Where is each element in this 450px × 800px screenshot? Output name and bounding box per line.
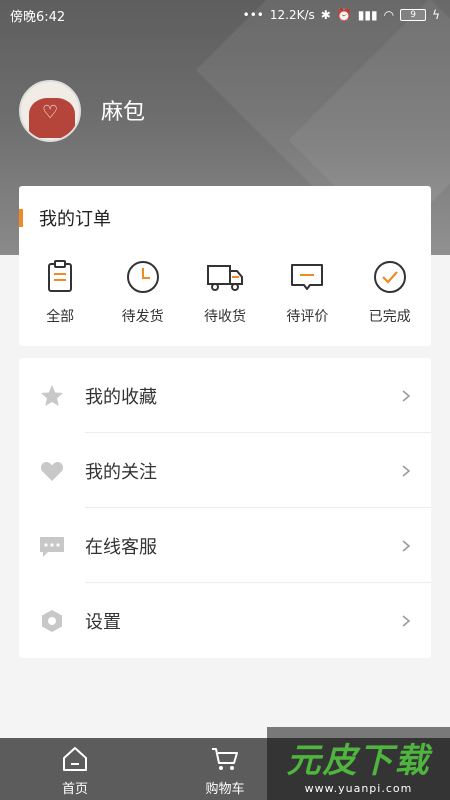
menu-item-label: 我的收藏 — [85, 386, 157, 408]
watermark-url: www.yuanpi.com — [304, 781, 413, 795]
menu-item-settings[interactable]: 设置 — [19, 583, 431, 658]
chat-icon — [40, 537, 64, 557]
order-to-review-button[interactable]: 待评价 — [266, 258, 348, 326]
order-to-ship-label: 待发货 — [121, 309, 164, 325]
net-speed: 12.2K/s — [269, 8, 315, 22]
order-to-ship-button[interactable]: 待发货 — [101, 258, 183, 326]
battery-level: 9 — [410, 10, 416, 20]
tab-label: 首页 — [61, 782, 88, 797]
tab-label: 购物车 — [205, 782, 245, 797]
comment-icon — [291, 264, 324, 290]
star-icon — [41, 385, 63, 406]
signal-icon: ▮▮▮ — [357, 8, 378, 22]
orders-accent-bar — [19, 209, 23, 227]
settings-menu: 我的收藏 我的关注 在线客服 设置 — [19, 358, 431, 658]
home-icon — [63, 747, 87, 771]
order-status-row: 全部 待发货 待收货 待评价 已完成 — [19, 258, 431, 326]
battery-icon: 9 — [400, 9, 427, 21]
bluetooth-icon: ✱ — [320, 8, 331, 22]
order-completed-label: 已完成 — [368, 309, 411, 325]
order-all-button[interactable]: 全部 — [19, 258, 101, 326]
status-bar: 傍晚6:42 ••• 12.2K/s ✱ ⏰ ▮▮▮ ◠ 9 ϟ — [0, 0, 450, 30]
avatar[interactable]: ♡ — [19, 80, 81, 142]
menu-item-customer-service[interactable]: 在线客服 — [19, 508, 431, 583]
check-circle-icon — [373, 261, 406, 293]
watermark-title: 元皮下载 — [286, 740, 431, 781]
cart-icon — [212, 748, 238, 770]
orders-header[interactable]: 我的订单 — [19, 204, 111, 232]
order-to-review-label: 待评价 — [286, 309, 329, 325]
hexagon-icon — [42, 610, 62, 632]
orders-title: 我的订单 — [39, 209, 111, 230]
order-completed-button[interactable]: 已完成 — [349, 258, 431, 326]
order-to-receive-button[interactable]: 待收货 — [184, 258, 266, 326]
dots-icon: ••• — [242, 8, 264, 22]
menu-item-following[interactable]: 我的关注 — [19, 433, 431, 508]
status-icons: ••• 12.2K/s ✱ ⏰ ▮▮▮ ◠ 9 ϟ — [243, 8, 440, 22]
chevron-right-icon — [402, 464, 411, 477]
clipboard-icon — [48, 260, 73, 292]
tab-home[interactable]: 首页 — [0, 738, 150, 800]
wifi-icon: ◠ — [383, 8, 395, 22]
truck-icon — [206, 265, 243, 291]
watermark: 元皮下载 www.yuanpi.com — [267, 727, 450, 800]
charging-icon: ϟ — [432, 8, 440, 22]
username[interactable]: 麻包 — [101, 94, 145, 126]
status-time: 傍晚6:42 — [10, 9, 66, 25]
menu-item-label: 设置 — [85, 611, 121, 633]
clock-icon — [126, 261, 159, 293]
chevron-right-icon — [402, 539, 411, 552]
order-all-label: 全部 — [46, 309, 75, 325]
menu-item-label: 我的关注 — [85, 461, 157, 483]
chevron-right-icon — [402, 614, 411, 627]
chevron-right-icon — [402, 389, 411, 402]
menu-item-favorites[interactable]: 我的收藏 — [19, 358, 431, 433]
order-to-receive-label: 待收货 — [203, 309, 246, 325]
heart-icon: ♡ — [42, 102, 59, 123]
alarm-icon: ⏰ — [336, 8, 352, 22]
orders-card: 我的订单 全部 待发货 待收货 待评价 已完成 — [19, 186, 431, 346]
menu-item-label: 在线客服 — [85, 536, 157, 558]
heart-icon — [40, 462, 64, 481]
